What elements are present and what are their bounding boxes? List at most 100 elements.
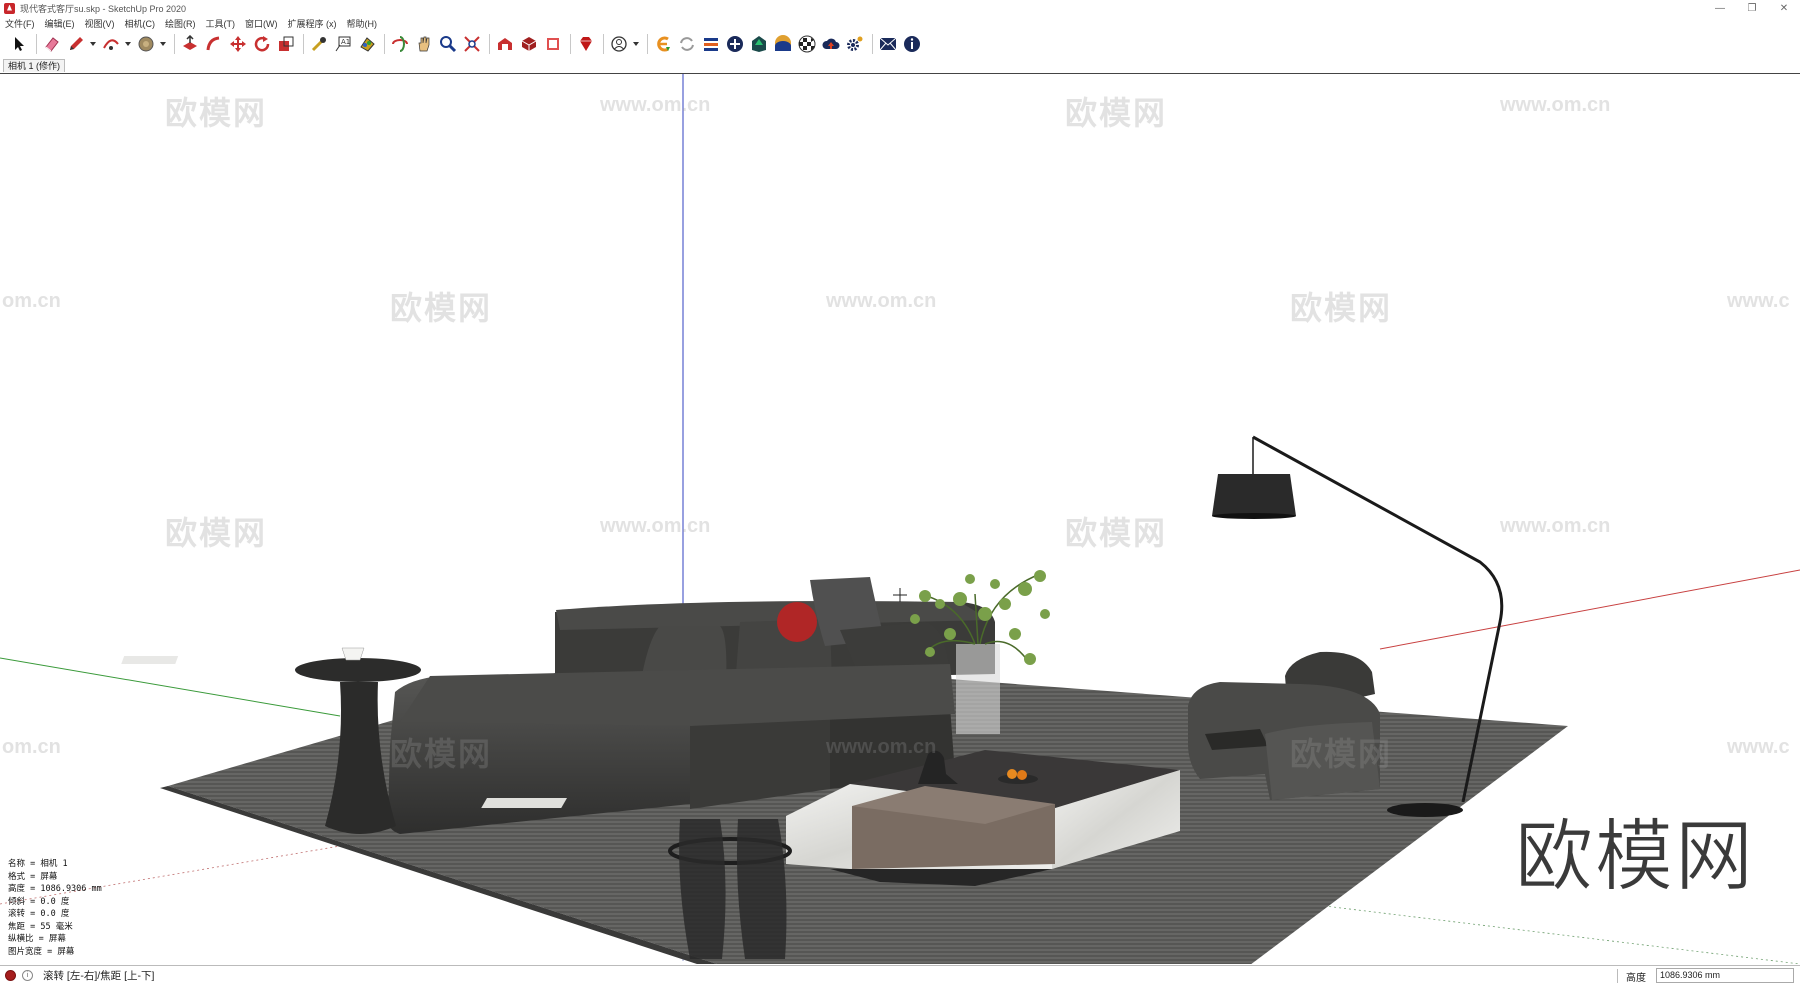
status-divider: [1617, 969, 1618, 983]
watermark-url: www.om.cn: [826, 736, 937, 758]
push-pull-icon[interactable]: [179, 33, 201, 55]
arc-icon[interactable]: [100, 33, 122, 55]
watermark-url: www.om.cn: [1500, 94, 1611, 116]
stool-leg-right: [736, 819, 787, 959]
tape-icon[interactable]: [308, 33, 330, 55]
watermark-url-partial: www.c: [1727, 736, 1790, 758]
measurements-input[interactable]: 1086.9306 mm: [1656, 968, 1794, 983]
toolbar-separator: [603, 34, 604, 54]
menu-extensions[interactable]: 扩展程序 (x): [288, 17, 337, 30]
eraser-icon[interactable]: [41, 33, 63, 55]
ruby-icon[interactable]: [575, 33, 597, 55]
refresh-icon[interactable]: [676, 33, 698, 55]
watermark-url: www.om.cn: [826, 290, 937, 312]
camera-info-width: 图片宽度 = 屏幕: [8, 946, 75, 957]
side-table-top: [295, 658, 421, 682]
plugin-e-icon[interactable]: [652, 33, 674, 55]
svg-text:A1: A1: [341, 38, 350, 46]
account-icon[interactable]: [608, 33, 630, 55]
red-axis: [1379, 569, 1800, 650]
red-ball-pillow: [777, 602, 817, 642]
menu-window[interactable]: 窗口(W): [245, 17, 278, 30]
lamp-base: [1387, 803, 1463, 817]
info-icon[interactable]: [901, 33, 923, 55]
menu-camera[interactable]: 相机(C): [125, 17, 156, 30]
crosshair-cursor: [893, 588, 907, 602]
arc-dropdown-icon[interactable]: [124, 33, 132, 55]
toolbar-separator: [647, 34, 648, 54]
camera-info-format: 格式 = 屏幕: [8, 871, 58, 882]
camera-info-panel: 名称 = 相机 1 格式 = 屏幕 高度 = 1086.9306 mm 倾斜 =…: [8, 858, 102, 958]
account-dropdown-icon[interactable]: [632, 33, 640, 55]
settings-icon[interactable]: [844, 33, 866, 55]
sketchup-logo-icon: [4, 2, 15, 14]
zoom-icon[interactable]: [437, 33, 459, 55]
pencil-dropdown-icon[interactable]: [89, 33, 97, 55]
toolbar-separator: [303, 34, 304, 54]
menu-edit[interactable]: 编辑(E): [45, 17, 75, 30]
layout-icon[interactable]: [542, 33, 564, 55]
om-logo: 欧模网: [1514, 812, 1756, 903]
camera-info-name: 名称 = 相机 1: [8, 859, 68, 869]
scene-tab-bar: 相机 1 (修作): [0, 58, 1800, 72]
watermark-cn: 欧模网: [390, 289, 493, 327]
orbit-icon[interactable]: [389, 33, 411, 55]
menu-file[interactable]: 文件(F): [5, 17, 35, 30]
watermark-url-partial: om.cn: [2, 736, 61, 758]
watermark-url: www.om.cn: [600, 94, 711, 116]
select-icon[interactable]: [8, 33, 30, 55]
house-icon[interactable]: [748, 33, 770, 55]
sofa-seat-top: [400, 664, 955, 726]
geo-location-icon[interactable]: [5, 970, 16, 981]
maximize-button[interactable]: ❐: [1736, 0, 1768, 16]
camera-info-tilt: 倾斜 = 0.0 度: [8, 896, 70, 907]
lamp-shade: [1212, 474, 1296, 516]
extension-warehouse-icon[interactable]: [518, 33, 540, 55]
menu-tools[interactable]: 工具(T): [206, 17, 236, 30]
warehouse-icon[interactable]: [494, 33, 516, 55]
scale-icon[interactable]: [275, 33, 297, 55]
camera-info-aspect: 纵横比 = 屏幕: [8, 934, 66, 944]
toolbar-separator: [174, 34, 175, 54]
minimize-button[interactable]: —: [1704, 0, 1736, 16]
rotate-icon[interactable]: [251, 33, 273, 55]
move-icon[interactable]: [227, 33, 249, 55]
main-toolbar: A1: [0, 30, 1800, 58]
pan-icon[interactable]: [413, 33, 435, 55]
toolbar-separator: [570, 34, 571, 54]
layers-icon[interactable]: [700, 33, 722, 55]
toolbar-separator: [489, 34, 490, 54]
green-axis: [0, 657, 341, 717]
magazine: [481, 798, 567, 808]
window-controls: — ❐ ✕: [1704, 0, 1800, 16]
lamp-shade-rim: [1212, 513, 1296, 519]
instructor-icon[interactable]: i: [22, 970, 33, 981]
close-button[interactable]: ✕: [1768, 0, 1800, 16]
checker-icon[interactable]: [796, 33, 818, 55]
menu-draw[interactable]: 绘图(R): [165, 17, 196, 30]
follow-me-icon[interactable]: [203, 33, 225, 55]
menu-view[interactable]: 视图(V): [85, 17, 115, 30]
camera-info-roll: 滚转 = 0.0 度: [8, 909, 70, 919]
scene-tab-camera-1[interactable]: 相机 1 (修作): [3, 58, 66, 72]
menu-bar: 文件(F) 编辑(E) 视图(V) 相机(C) 绘图(R) 工具(T) 窗口(W…: [0, 16, 1800, 30]
watermark-cn: 欧模网: [165, 94, 268, 132]
watermark-url: www.om.cn: [600, 515, 711, 537]
materials-icon[interactable]: [772, 33, 794, 55]
watermark-cn: 欧模网: [1290, 289, 1393, 327]
add-icon[interactable]: [724, 33, 746, 55]
text-icon[interactable]: A1: [332, 33, 354, 55]
paint-icon[interactable]: [356, 33, 378, 55]
measurements-label: 高度: [1626, 973, 1646, 984]
modeling-viewport[interactable]: 欧模网 www.om.cn 欧模网 www.om.cn om.cn 欧模网 ww…: [0, 73, 1800, 964]
menu-help[interactable]: 帮助(H): [347, 17, 378, 30]
watermark-cn: 欧模网: [1065, 94, 1168, 132]
mail-icon[interactable]: [877, 33, 899, 55]
watermark-url-partial: www.c: [1727, 290, 1790, 312]
shape-dropdown-icon[interactable]: [159, 33, 167, 55]
zoom-extents-icon[interactable]: [461, 33, 483, 55]
watermark-cn: 欧模网: [1065, 514, 1168, 552]
cloud-upload-icon[interactable]: [820, 33, 842, 55]
shape-icon[interactable]: [135, 33, 157, 55]
pencil-icon[interactable]: [65, 33, 87, 55]
